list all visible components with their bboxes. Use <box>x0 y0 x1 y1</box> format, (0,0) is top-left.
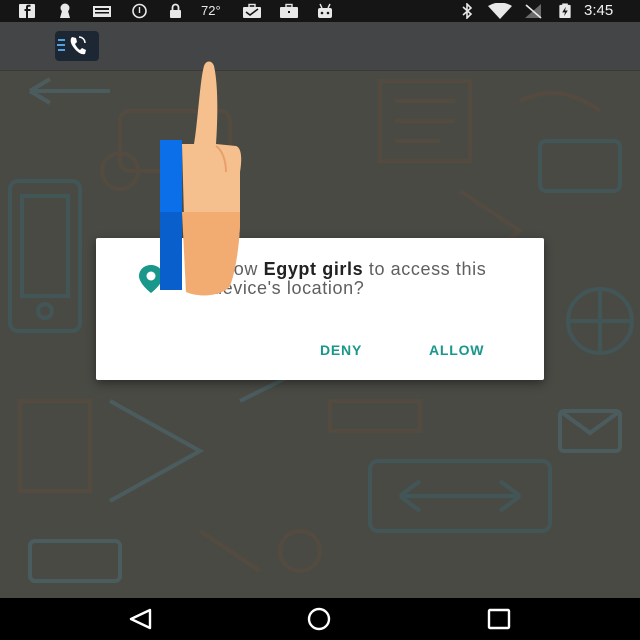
thumbs-up-hand-icon <box>160 61 242 296</box>
back-triangle-icon[interactable] <box>126 607 156 631</box>
wifi-icon <box>488 3 512 19</box>
allow-button[interactable]: ALLOW <box>429 342 484 358</box>
android-icon <box>318 3 332 18</box>
app-name: Egypt girls <box>263 259 364 279</box>
data-saver-icon <box>132 3 147 19</box>
bag-icon <box>280 3 298 18</box>
phone-screen: 72° 3:45 Allow Egypt girls to access thi… <box>0 0 640 640</box>
battery-charging-icon <box>559 3 571 19</box>
phone-call-logo-icon[interactable] <box>55 31 99 61</box>
briefcase-icon <box>243 3 261 18</box>
deny-button[interactable]: DENY <box>320 342 362 358</box>
facebook-icon <box>19 4 35 18</box>
bluetooth-icon <box>462 3 473 19</box>
recents-square-icon[interactable] <box>484 607 514 631</box>
no-signal-icon <box>525 4 542 19</box>
news-icon <box>93 6 111 17</box>
lock-icon <box>170 3 181 18</box>
temperature-text: 72° <box>201 3 221 18</box>
keyhole-icon <box>60 3 70 18</box>
app-bar <box>0 22 640 71</box>
navigation-bar <box>0 598 640 640</box>
clock-text: 3:45 <box>584 2 614 19</box>
home-circle-icon[interactable] <box>304 607 334 631</box>
status-bar: 72° 3:45 <box>0 0 640 22</box>
dialog-message: Allow Egypt girls to access this device'… <box>212 260 512 298</box>
